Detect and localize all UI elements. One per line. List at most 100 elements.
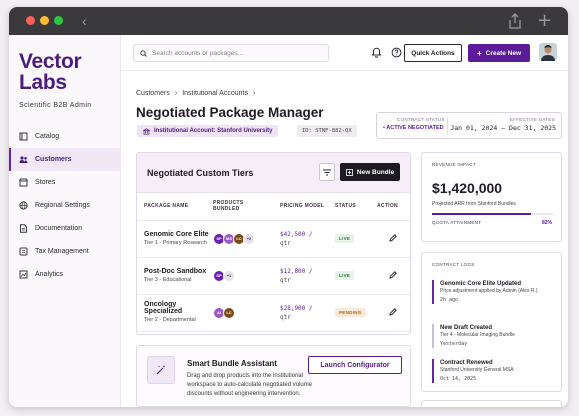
sidebar-item-tax-management[interactable]: Tax Management [9,240,121,263]
create-new-button[interactable]: + Create New [468,44,530,62]
price: $42,500 /qtr [280,230,335,248]
new-tab-icon[interactable]: + [537,10,552,31]
document-icon [19,224,28,233]
add-box-icon [345,168,353,176]
avatar[interactable] [539,43,557,61]
quick-actions-button[interactable]: Quick Actions [404,44,462,62]
search-icon [140,49,147,57]
log-entry[interactable]: Genomic Core Elite Updated Price adjustm… [432,280,557,304]
product-chip: LC [223,306,235,319]
page-title: Negotiated Package Manager [136,105,324,120]
contract-logs-label: CONTRACT LOGS [432,262,475,267]
quota-progress-bar [432,213,553,215]
filter-button[interactable] [319,163,335,181]
sidebar-item-analytics[interactable]: Analytics [9,263,121,286]
maximize-window-button[interactable] [54,16,63,25]
price-amount: $42,500 / [280,230,313,238]
account-badge: Institutional Account: Stanford Universi… [137,125,279,137]
plus-icon: + [476,48,482,58]
contract-logs-card: CONTRACT LOGS Genomic Core Elite Updated… [421,252,562,392]
log-title: Contract Renewed [440,360,493,366]
status-badge: PENDING [335,308,366,317]
status-badge: LIVE [335,271,355,280]
brand-logo: Vector Labs [19,50,82,93]
sidebar-nav: Catalog Customers Stores Regional Settin… [9,125,121,286]
log-time: 2h ago [440,297,459,303]
sidebar-item-label: Stores [35,179,56,186]
breadcrumb: Customers › Institutional Accounts › [136,90,255,97]
magic-wand-icon [147,356,175,384]
edit-icon[interactable] [389,233,397,242]
table-row[interactable]: Oncology Specialized Tier 2 - Department… [137,294,410,332]
new-bundle-button[interactable]: New Bundle [340,163,400,181]
price: $12,800 /qtr [280,267,335,285]
back-icon[interactable]: ‹ [82,13,87,29]
sidebar-item-regional-settings[interactable]: Regional Settings [9,194,121,217]
effective-dates-label: EFFECTIVE DATES [509,117,555,122]
new-bundle-label: New Bundle [356,168,395,176]
revenue-subtitle: Projected ARR from Stanford Bundles [432,201,516,207]
sidebar-item-label: Analytics [35,271,64,278]
institution-icon [143,127,150,135]
launch-configurator-button[interactable]: Launch Configurator [308,356,402,374]
sidebar-item-label: Documentation [35,225,83,232]
contract-summary: CONTRACT STATUS • ACTIVE NEGOTIATED EFFE… [376,112,562,139]
edit-icon[interactable] [389,307,397,316]
log-entry[interactable]: Contract Renewed Stanford University Gen… [432,359,557,383]
table-header-row: PACKAGE NAME PRODUCTS BUNDLED PRICING MO… [137,193,410,221]
close-window-button[interactable] [26,16,35,25]
filter-icon [323,169,331,175]
sidebar-item-catalog[interactable]: Catalog [9,125,121,148]
table-row[interactable]: Post-Doc Sandbox Tier 3 - Educational SP… [137,257,410,295]
store-icon [19,178,28,187]
bell-icon[interactable] [371,47,382,58]
next-card-peek [421,400,562,407]
assistant-description: Drag and drop products into the institut… [187,373,313,397]
log-title: Genomic Core Elite Updated [440,281,522,287]
contract-status-value: • ACTIVE NEGOTIATED [383,125,444,131]
log-time: Oct 14, 2025 [440,376,477,382]
breadcrumb-customers[interactable]: Customers [136,90,170,97]
log-description: Tier 4 - Molecular Imaging Bundle [440,332,515,338]
quota-progress-fill [432,213,532,215]
edit-icon[interactable] [389,270,397,279]
globe-icon [19,201,28,210]
chevron-right-icon: › [252,90,256,97]
search-box[interactable] [133,44,329,62]
revenue-value: $1,420,000 [432,180,503,196]
more-products-chip[interactable]: +1 [223,269,235,282]
help-icon[interactable] [391,47,402,58]
status-badge: LIVE [335,234,355,243]
brand-subtitle: Scientific B2B Admin [19,102,92,109]
product-chips: SP +1 [213,269,280,282]
app-window: ‹ + Vector Labs Scientific B2B Admin Cat… [9,7,568,407]
breadcrumb-institutional-accounts[interactable]: Institutional Accounts [182,90,248,97]
minimize-window-button[interactable] [40,16,49,25]
sidebar: Vector Labs Scientific B2B Admin Catalog… [9,35,121,407]
sidebar-item-stores[interactable]: Stores [9,171,121,194]
custom-tiers-panel: Negotiated Custom Tiers New Bundle PACKA… [136,152,411,335]
sidebar-item-documentation[interactable]: Documentation [9,217,121,240]
brand-line-1: Vector [19,50,82,73]
tiers-table: PACKAGE NAME PRODUCTS BUNDLED PRICING MO… [137,193,410,332]
search-input[interactable] [152,49,322,57]
log-description: Price adjustment applied by Admin (Alex … [440,288,538,294]
title-bar: ‹ + [9,7,568,35]
price-unit: qtr [280,239,291,247]
table-row[interactable]: Genomic Core Elite Tier 1 - Primary Rese… [137,220,410,258]
column-header-products: PRODUCTS BUNDLED [213,193,280,221]
price-unit: qtr [280,276,291,284]
log-description: Stanford University General MSA [440,367,514,373]
sidebar-item-label: Regional Settings [35,202,90,209]
account-badge-label: Institutional Account: Stanford Universi… [154,128,273,134]
share-icon[interactable] [508,13,522,29]
chevron-right-icon: › [174,90,178,97]
custom-tiers-header: Negotiated Custom Tiers New Bundle [137,153,410,193]
smart-bundle-assistant: Smart Bundle Assistant Drag and drop pro… [136,345,411,407]
effective-dates-value: Jan 01, 2024 – Dec 31, 2025 [450,124,556,132]
account-id-badge: ID: STNF-882-QX [297,125,357,137]
column-header-status: STATUS [335,193,377,221]
log-entry[interactable]: New Draft Created Tier 4 - Molecular Ima… [432,324,557,348]
sidebar-item-customers[interactable]: Customers [9,148,121,171]
more-products-chip[interactable]: +2 [243,232,255,245]
